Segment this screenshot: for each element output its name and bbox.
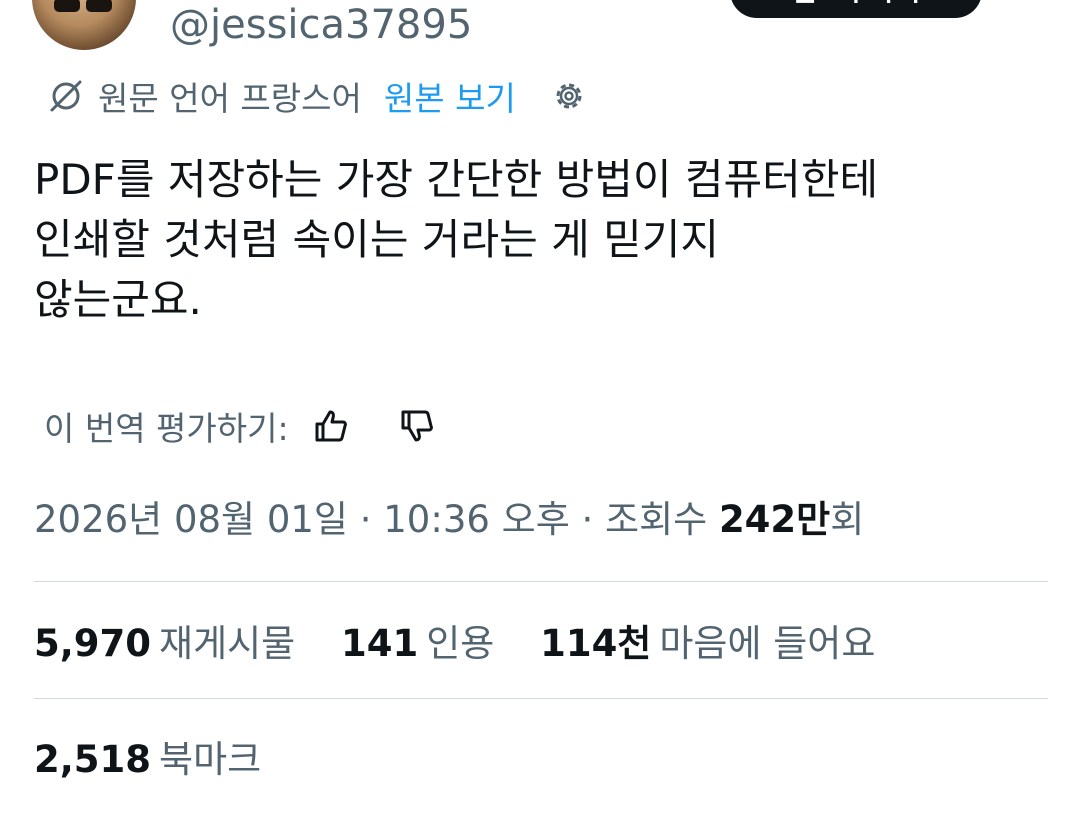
likes-label: 마음에 들어요 <box>659 622 876 665</box>
tweet-text: PDF를 저장하는 가장 간단한 방법이 컴퓨터한테 인쇄할 것처럼 속이는 거… <box>34 150 1054 330</box>
original-language-label: 원문 언어 프랑스어 <box>98 79 362 118</box>
engagement-stats: 5,970 재게시물 141 인용 114천 마음에 들어요 <box>34 614 909 674</box>
likes-count: 114천 <box>540 622 652 665</box>
bookmarks-count: 2,518 <box>34 738 152 781</box>
rate-translation-label: 이 번역 평가하기: <box>44 409 289 448</box>
reposts-stat[interactable]: 5,970 재게시물 <box>34 614 295 674</box>
quotes-count: 141 <box>340 622 419 665</box>
tweet-text-line: 않는군요. <box>34 275 202 324</box>
follow-button[interactable]: 팔로우하기 <box>730 0 982 18</box>
tweet-meta: 2026년 08월 01일 · 10:36 오후 · 조회수 242만회 <box>34 492 864 548</box>
views-prefix: 조회수 <box>605 498 708 541</box>
tweet-text-line: 인쇄할 것처럼 속이는 거라는 게 믿기지 <box>34 215 719 264</box>
view-original-link[interactable]: 원본 보기 <box>384 72 516 120</box>
avatar[interactable] <box>32 0 136 50</box>
translate-icon <box>50 80 82 112</box>
reposts-count: 5,970 <box>34 622 152 665</box>
sunglasses-graphic <box>54 0 114 12</box>
thumbs-down-icon[interactable] <box>397 406 437 446</box>
thumbs-up-icon[interactable] <box>311 406 351 446</box>
translation-bar: 원문 언어 프랑스어 원본 보기 <box>46 72 586 120</box>
bookmarks-stat[interactable]: 2,518 북마크 <box>34 730 295 790</box>
views-suffix: 회 <box>830 498 865 541</box>
tweet-text-line: PDF를 저장하는 가장 간단한 방법이 컴퓨터한테 <box>34 155 879 204</box>
reposts-label: 재게시물 <box>159 622 296 665</box>
tweet-time[interactable]: 10:36 오후 <box>383 498 569 541</box>
likes-stat[interactable]: 114천 마음에 들어요 <box>540 614 875 674</box>
divider <box>34 698 1048 699</box>
divider <box>34 581 1048 582</box>
quotes-stat[interactable]: 141 인용 <box>341 614 494 674</box>
tweet-date[interactable]: 2026년 08월 01일 <box>34 498 348 541</box>
views-count: 242만 <box>718 498 831 541</box>
meta-separator: · <box>581 498 594 541</box>
author-handle[interactable]: @jessica37895 <box>170 2 472 48</box>
quotes-label: 인용 <box>426 622 495 665</box>
rate-translation-row: 이 번역 평가하기: <box>44 398 437 454</box>
bookmarks-label: 북마크 <box>159 738 262 781</box>
meta-separator: · <box>359 498 372 541</box>
gear-icon[interactable] <box>552 79 586 113</box>
